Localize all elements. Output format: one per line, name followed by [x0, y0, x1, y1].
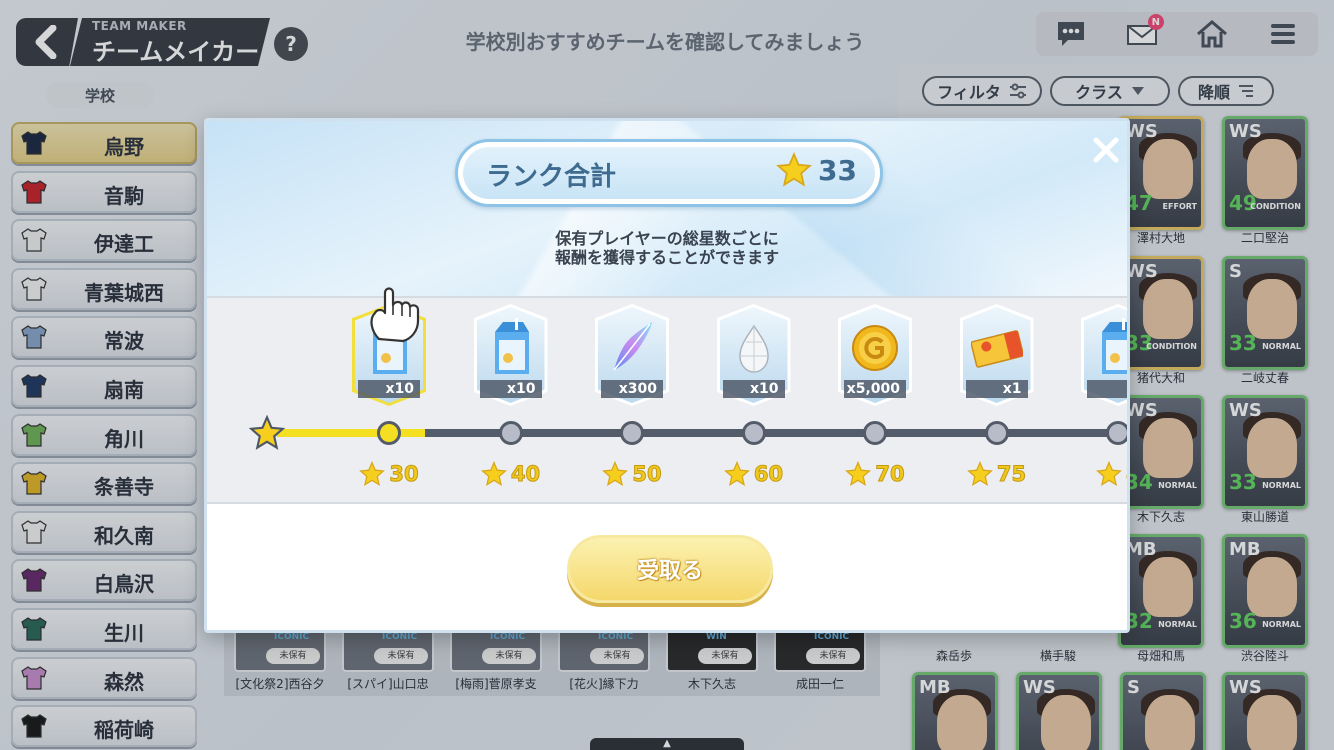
crystal-icon: [738, 324, 769, 373]
star-icon: [845, 461, 872, 486]
track-node: [1106, 421, 1127, 445]
reward-description-line2: 報酬を獲得することができます: [554, 248, 779, 267]
reward-tier[interactable]: x10: [473, 304, 548, 406]
star-icon: [1095, 461, 1122, 486]
reward-tier[interactable]: x: [1081, 304, 1127, 406]
feather-icon: [613, 322, 652, 371]
star-threshold: 30: [344, 460, 434, 488]
reward-quantity: x10: [722, 380, 785, 398]
star-threshold: 8: [1073, 460, 1127, 488]
reward-quantity: x: [1087, 380, 1127, 398]
star-threshold-value: 60: [753, 462, 784, 487]
star-threshold-value: 50: [632, 462, 662, 487]
close-icon: [1093, 137, 1119, 163]
star-icon: [776, 152, 812, 187]
rank-total-reward-modal: ランク合計 33 保有プレイヤーの総星数ごとに 報酬を獲得することができます x…: [204, 118, 1130, 633]
track-node: [741, 421, 766, 445]
star-threshold: 40: [466, 460, 556, 488]
star-icon: [602, 461, 629, 486]
rank-total-plate: ランク合計 33: [455, 139, 883, 207]
star-threshold: 50: [587, 460, 677, 488]
track-progress-fill: [277, 429, 426, 437]
claim-button[interactable]: 受取る: [567, 535, 773, 603]
reward-description: 保有プレイヤーの総星数ごとに 報酬を獲得することができます: [207, 229, 1127, 267]
star-threshold-value: 8: [1125, 462, 1127, 487]
reward-quantity: x5,000: [844, 380, 906, 398]
reward-description-line1: 保有プレイヤーの総星数ごとに: [555, 229, 779, 248]
track-node: [620, 421, 644, 445]
star-threshold-value: 70: [875, 462, 905, 487]
star-threshold-value: 30: [389, 462, 419, 487]
rank-total-value: 33: [818, 154, 857, 187]
star-icon: [359, 461, 386, 486]
star-threshold: 75: [952, 460, 1042, 488]
reward-quantity: x10: [479, 380, 542, 398]
reward-quantity: x1: [965, 380, 1028, 398]
track-node: [498, 421, 523, 445]
track-node: [984, 421, 1009, 445]
track-node: [377, 421, 401, 445]
reward-tier[interactable]: x10: [716, 304, 791, 406]
pointing-hand-icon: [370, 287, 420, 343]
track-node: [863, 421, 887, 445]
star-icon: [966, 461, 993, 486]
reward-tier[interactable]: x300: [595, 304, 669, 406]
star-icon: [723, 461, 750, 486]
reward-quantity: x10: [358, 380, 420, 398]
close-button[interactable]: [1089, 133, 1123, 167]
track-start-star-icon: [249, 415, 285, 450]
star-threshold: 60: [709, 460, 799, 488]
reward-tier[interactable]: x1: [959, 304, 1034, 406]
reward-quantity: x300: [601, 380, 663, 398]
reward-tier[interactable]: x5,000: [838, 304, 912, 406]
star-threshold-value: 75: [996, 462, 1027, 487]
star-threshold-value: 40: [510, 462, 541, 487]
milk-carton-icon: [1102, 318, 1127, 374]
milk-carton-icon: [494, 318, 529, 374]
star-icon: [480, 461, 507, 486]
reward-track: x10 30 x10 40 x300 50 x10 60 x5,000 70 x1 75 x 8: [207, 296, 1127, 504]
gold-coin-icon: [852, 325, 898, 371]
star-threshold: 70: [830, 460, 920, 488]
gacha-ticket-icon: [970, 330, 1023, 368]
rank-total-label: ランク合計: [486, 162, 617, 192]
